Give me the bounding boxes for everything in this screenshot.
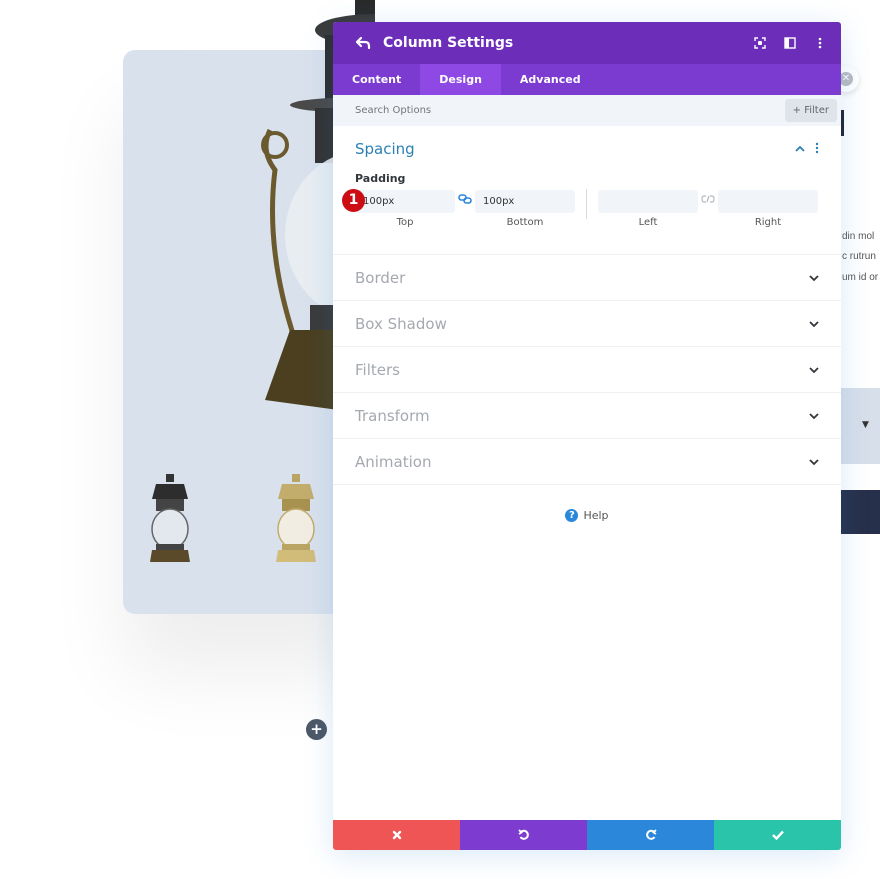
padding-bottom: Bottom	[475, 189, 575, 228]
redo-button[interactable]	[587, 820, 714, 850]
section-spacing-header[interactable]: Spacing	[355, 140, 819, 158]
more-options-icon[interactable]	[813, 36, 827, 50]
section-filters[interactable]: Filters	[333, 347, 841, 393]
padding-label: Padding	[355, 172, 406, 185]
divider	[586, 189, 587, 219]
section-title: Border	[355, 268, 406, 287]
section-transform[interactable]: Transform	[333, 393, 841, 439]
undo-icon	[517, 829, 529, 840]
column-settings-modal: Column Settings Content Design Advanced …	[333, 22, 841, 850]
padding-top-caption: Top	[396, 217, 414, 228]
dropdown-arrow-icon: ▼	[862, 420, 869, 430]
section-animation[interactable]: Animation	[333, 439, 841, 485]
padding-top-input[interactable]	[355, 190, 455, 213]
search-bar: + Filter	[333, 95, 841, 126]
padding-left-input[interactable]	[598, 190, 698, 213]
unlink-values-icon[interactable]	[698, 189, 718, 228]
padding-right-caption: Right	[754, 217, 782, 228]
redo-icon	[645, 829, 657, 840]
background-text: c rutrun	[842, 251, 876, 262]
chevron-down-icon	[809, 320, 819, 327]
section-options-icon[interactable]	[815, 142, 819, 157]
back-arrow-icon[interactable]	[355, 35, 371, 51]
padding-right: Right	[718, 189, 818, 228]
thumbnail-lantern-gold[interactable]	[274, 474, 318, 564]
section-title: Transform	[355, 406, 430, 425]
chevron-down-icon	[809, 458, 819, 465]
undo-button[interactable]	[460, 820, 587, 850]
background-select[interactable]	[841, 388, 880, 464]
section-title: Spacing	[355, 140, 415, 158]
section-title: Filters	[355, 360, 400, 379]
link-values-icon[interactable]	[455, 189, 475, 228]
discard-button[interactable]	[333, 820, 460, 850]
settings-tabs: Content Design Advanced	[333, 64, 841, 95]
add-module-button[interactable]: +	[306, 719, 327, 740]
search-options-input[interactable]	[355, 105, 785, 116]
padding-left-caption: Left	[638, 217, 658, 228]
padding-top: Top	[355, 189, 455, 228]
section-box-shadow[interactable]: Box Shadow	[333, 301, 841, 347]
help-label: Help	[583, 509, 609, 522]
save-button[interactable]	[714, 820, 841, 850]
tab-content[interactable]: Content	[333, 64, 420, 95]
section-border[interactable]: Border	[333, 255, 841, 301]
background-text: din mol	[842, 231, 875, 242]
section-title: Animation	[355, 452, 432, 471]
background-dark-button[interactable]	[841, 490, 880, 534]
chevron-up-icon[interactable]	[795, 142, 805, 156]
thumbnail-lantern-black[interactable]	[148, 474, 192, 564]
chevron-down-icon	[809, 366, 819, 373]
chevron-down-icon	[809, 412, 819, 419]
checkmark-icon	[771, 830, 784, 840]
modal-title: Column Settings	[383, 35, 514, 51]
page: ✕ din mol c rutrun um id or ▼ + Column S…	[0, 0, 880, 879]
filter-button[interactable]: + Filter	[784, 99, 837, 122]
padding-bottom-caption: Bottom	[506, 217, 544, 228]
modal-header: Column Settings	[333, 22, 841, 64]
step-badge: 1	[342, 189, 365, 212]
focus-mode-icon[interactable]	[753, 36, 767, 50]
chevron-down-icon	[809, 274, 819, 281]
close-icon	[392, 830, 401, 840]
split-view-icon[interactable]	[783, 36, 797, 50]
section-title: Box Shadow	[355, 314, 447, 333]
help-icon: ?	[565, 509, 579, 522]
padding-fields: 1 Top Bottom Left	[342, 189, 819, 228]
help-link[interactable]: ? Help	[333, 509, 841, 522]
padding-bottom-input[interactable]	[475, 190, 575, 213]
tab-advanced[interactable]: Advanced	[501, 64, 600, 95]
modal-footer	[333, 820, 841, 850]
padding-right-input[interactable]	[718, 190, 818, 213]
tab-design[interactable]: Design	[420, 64, 501, 95]
close-icon: ✕	[839, 72, 853, 86]
background-text: um id or	[842, 272, 879, 283]
section-spacing: Spacing Padding 1 Top	[333, 126, 841, 255]
padding-left: Left	[598, 189, 698, 228]
